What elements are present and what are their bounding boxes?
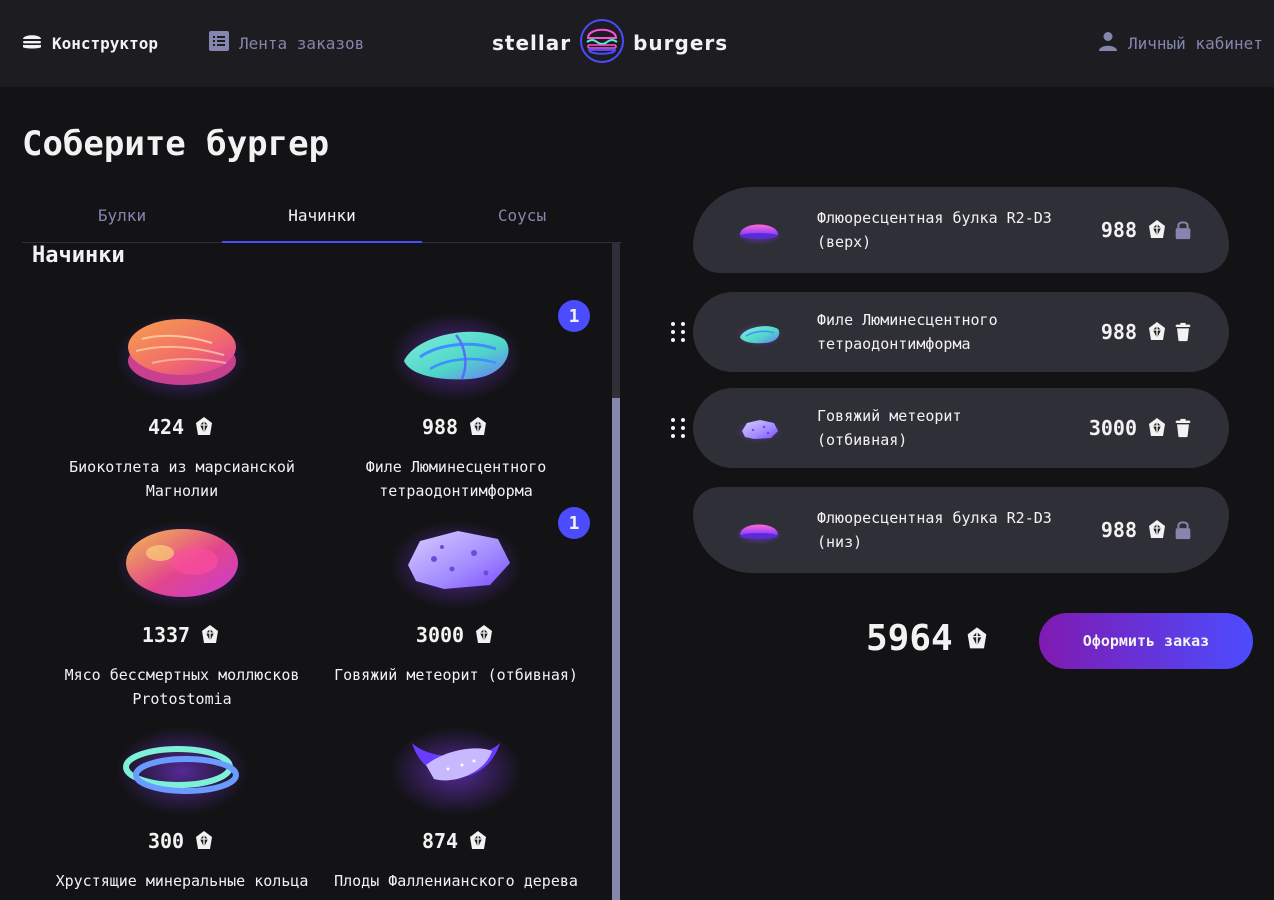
ingredient-card[interactable]: 874 Плоды Фалленианского дерева	[306, 709, 606, 900]
fallenian-fruit-icon	[386, 709, 526, 819]
trash-icon[interactable]	[1171, 320, 1195, 344]
order-total: 5964	[866, 618, 991, 659]
fish-fillet-icon	[729, 312, 789, 352]
drag-handle[interactable]	[668, 416, 688, 440]
fish-fillet-icon	[386, 295, 526, 405]
ingredient-name: Филе Люминесцентного тетраодонтимформа	[365, 458, 547, 500]
ingredient-card[interactable]: 300 Хрустящие минеральные кольца	[32, 709, 332, 900]
constructor-item-price: 988	[1101, 320, 1169, 344]
nav-profile[interactable]: Личный кабинет	[1096, 28, 1263, 58]
scrollbar-thumb[interactable]	[612, 398, 620, 900]
nav-profile-label: Личный кабинет	[1128, 33, 1263, 53]
ingredients-list: Начинки 424 Биокотлета из марсианской Ма…	[22, 243, 622, 900]
ingredient-counter: 1	[558, 507, 590, 539]
ingredient-card[interactable]: 1337 Мясо бессмертных моллюсков Protosto…	[32, 503, 332, 708]
ingredient-price: 988	[306, 415, 606, 439]
constructor-item-price: 988	[1101, 218, 1169, 242]
constructor-filling[interactable]: Филе Люминесцентного тетраодонтимформа 9…	[693, 292, 1229, 372]
ingredient-price: 874	[306, 829, 606, 853]
constructor-item-price: 988	[1101, 518, 1169, 542]
currency-icon	[192, 415, 216, 439]
nav-order-feed-label: Лента заказов	[239, 33, 365, 53]
currency-icon	[466, 829, 490, 853]
logo-burger-icon	[579, 18, 625, 68]
tab-fillings[interactable]: Начинки	[222, 198, 422, 243]
ingredient-name: Биокотлета из марсианской Магнолии	[69, 458, 295, 500]
constructor-top-bun: Флюоресцентная булка R2-D3 (верх) 988	[693, 187, 1229, 273]
cutlet-icon	[112, 295, 252, 405]
currency-icon	[472, 623, 496, 647]
meteorite-icon	[386, 503, 526, 613]
logo-text-left: stellar	[492, 31, 572, 55]
logo[interactable]: stellar burgers	[492, 19, 784, 67]
constructor-bottom-bun: Флюоресцентная булка R2-D3 (низ) 988	[693, 487, 1229, 573]
currency-icon	[198, 623, 222, 647]
nav-constructor-label: Конструктор	[52, 33, 158, 53]
currency-icon	[1145, 218, 1169, 242]
tab-buns[interactable]: Булки	[22, 198, 222, 242]
currency-icon	[466, 415, 490, 439]
ingredient-name: Хрустящие минеральные кольца	[55, 872, 309, 890]
page-title: Соберите бургер	[22, 124, 330, 164]
list-icon	[207, 29, 231, 57]
currency-icon	[192, 829, 216, 853]
constructor-item-price: 3000	[1089, 416, 1169, 440]
drag-handle[interactable]	[668, 320, 688, 344]
constructor-item-name: Филе Люминесцентного тетраодонтимформа	[817, 311, 998, 353]
currency-icon	[1145, 416, 1169, 440]
app-header: Конструктор Лента заказов stellar burger…	[0, 0, 1274, 87]
constructor-item-name: Говяжий метеорит (отбивная)	[817, 407, 962, 449]
ingredient-price: 424	[32, 415, 332, 439]
place-order-button[interactable]: Оформить заказ	[1039, 613, 1253, 669]
ingredient-price: 300	[32, 829, 332, 853]
constructor-filling[interactable]: Говяжий метеорит (отбивная) 3000	[693, 388, 1229, 468]
tab-sauces[interactable]: Соусы	[422, 198, 622, 242]
ingredient-price: 3000	[306, 623, 606, 647]
ingredient-name: Говяжий метеорит (отбивная)	[334, 666, 578, 684]
nav-order-feed[interactable]: Лента заказов	[207, 28, 364, 58]
currency-icon	[1145, 320, 1169, 344]
currency-icon	[963, 625, 991, 653]
logo-text-right: burgers	[633, 31, 729, 55]
bun-icon	[729, 210, 789, 250]
ingredient-tabs: Булки Начинки Соусы	[22, 198, 622, 243]
burger-icon	[20, 29, 44, 57]
trash-icon[interactable]	[1171, 416, 1195, 440]
ingredient-name: Мясо бессмертных моллюсков Protostomia	[64, 666, 300, 708]
constructor-item-name: Флюоресцентная булка R2-D3 (низ)	[817, 509, 1052, 551]
ingredient-price: 1337	[32, 623, 332, 647]
user-icon	[1096, 29, 1120, 57]
lock-icon	[1171, 518, 1195, 542]
mineral-rings-icon	[112, 709, 252, 819]
bun-icon	[729, 510, 789, 550]
order-total-value: 5964	[866, 618, 953, 659]
lock-icon	[1171, 218, 1195, 242]
ingredient-name: Плоды Фалленианского дерева	[334, 872, 578, 890]
mollusk-meat-icon	[112, 503, 252, 613]
ingredient-counter: 1	[558, 300, 590, 332]
meteorite-icon	[729, 408, 789, 448]
currency-icon	[1145, 518, 1169, 542]
section-title-fillings: Начинки	[32, 243, 125, 268]
nav-constructor[interactable]: Конструктор	[20, 28, 158, 58]
ingredient-card[interactable]: 424 Биокотлета из марсианской Магнолии	[32, 295, 332, 500]
constructor-item-name: Флюоресцентная булка R2-D3 (верх)	[817, 209, 1052, 251]
